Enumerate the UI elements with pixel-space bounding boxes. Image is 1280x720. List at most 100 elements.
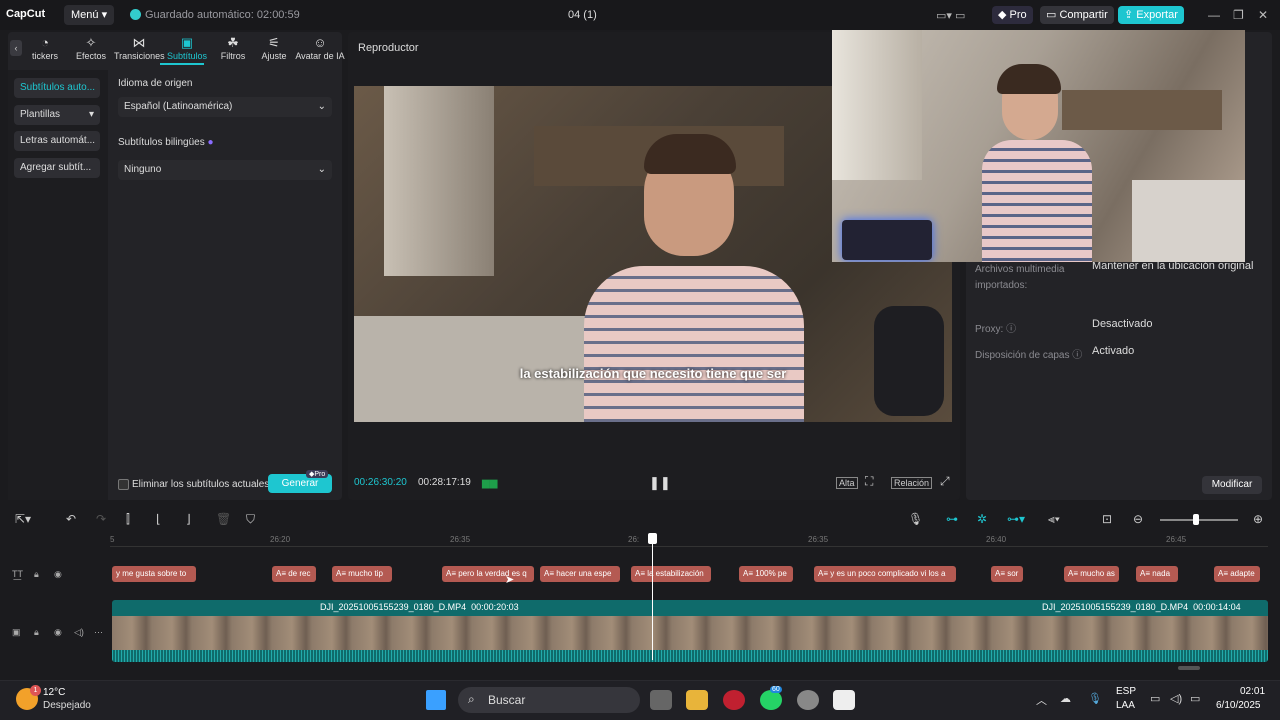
whatsapp-icon[interactable] — [760, 690, 782, 710]
source-language-select[interactable]: Español (Latinoamérica) ⌄ — [118, 97, 332, 117]
chrome-icon[interactable] — [797, 690, 819, 710]
playhead-handle[interactable] — [648, 533, 657, 544]
menu-button[interactable]: Menú ▾ — [64, 5, 115, 25]
quality-button[interactable]: Alta — [836, 477, 858, 489]
detail-key-proxy: Proxy: ⓘ — [975, 324, 1017, 335]
weather-desc: Despejado — [43, 700, 91, 711]
subtitle-clip[interactable]: A≡ 100% pe — [739, 566, 793, 582]
opera-icon[interactable] — [723, 690, 745, 710]
lang-primary[interactable]: ESP — [1116, 686, 1136, 697]
subtitle-clip[interactable]: A≡ nada — [1136, 566, 1178, 582]
sticker-icon: ◔ — [41, 35, 49, 50]
windows-start-icon[interactable] — [426, 690, 446, 710]
split-icon[interactable]: ⫿ — [126, 512, 130, 527]
pro-button[interactable]: ◆ Pro — [992, 6, 1033, 24]
playhead[interactable] — [652, 536, 653, 660]
close-icon[interactable]: ✕ — [1258, 8, 1268, 22]
capcut-taskbar-icon[interactable] — [833, 690, 855, 710]
tab-adjust[interactable]: ⚟ Ajuste — [256, 32, 292, 64]
microphone-icon[interactable]: 🎙 — [1088, 692, 1102, 705]
eye-icon[interactable]: ◉ — [54, 569, 62, 580]
delete-icon[interactable]: 🗑 — [216, 512, 231, 526]
chevron-up-icon[interactable]: ︿ — [1036, 692, 1047, 708]
minimize-icon[interactable]: — — [1208, 8, 1220, 22]
timeline-scrollbar[interactable] — [1178, 666, 1200, 670]
ratio-button[interactable]: Relación — [891, 477, 933, 489]
share-button[interactable]: ▭ Compartir — [1040, 6, 1114, 24]
lock-icon[interactable]: 🔒︎ — [34, 569, 39, 580]
file-explorer-icon[interactable] — [686, 690, 708, 710]
subtitle-clip[interactable]: A≡ la estabilización — [631, 566, 711, 582]
video-track[interactable]: DJI_20251005155239_0180_D.MP4 00:00:20:0… — [112, 600, 1268, 662]
microphone-icon[interactable]: 🎙 — [908, 512, 923, 526]
subtitle-clip[interactable]: A≡ sor — [991, 566, 1023, 582]
link-icon[interactable]: ⊶ — [946, 512, 958, 526]
undo-icon[interactable]: ↶ — [66, 512, 76, 526]
layout-icon[interactable]: ▭▾ ▭ — [936, 9, 965, 22]
zoom-out-icon[interactable]: ⊖ — [1133, 512, 1143, 526]
volume-icon[interactable]: ◁) — [74, 627, 84, 638]
lock-icon[interactable]: 🔒︎ — [34, 627, 39, 638]
subtitle-clip[interactable]: A≡ de rec — [272, 566, 316, 582]
restore-icon[interactable]: ❐ — [1233, 8, 1244, 22]
current-timecode: 00:26:30:20 — [354, 477, 407, 488]
subtitle-clip[interactable]: A≡ mucho tip — [332, 566, 392, 582]
scroll-left-icon[interactable]: ‹ — [10, 40, 22, 56]
battery-icon[interactable]: ▭ — [1190, 692, 1200, 705]
chain-icon[interactable]: ⊶▾ — [1007, 512, 1025, 526]
select-tool-icon[interactable]: ⇱▾ — [15, 512, 31, 526]
tab-filters[interactable]: ☘ Filtros — [210, 32, 256, 64]
pause-icon[interactable]: ❚❚ — [649, 475, 671, 491]
tab-subtitles[interactable]: ▣ Subtítulos — [164, 32, 210, 64]
tab-stickers[interactable]: ◔ tickers — [22, 32, 68, 64]
autosave-status: Guardado automático: 02:00:59 — [130, 9, 300, 21]
split-right-icon[interactable]: ⌋ — [186, 512, 191, 526]
align-icon[interactable]: ⫷▾ — [1048, 512, 1060, 527]
zoom-slider-handle[interactable] — [1193, 514, 1199, 525]
filters-icon: ☘ — [227, 35, 239, 50]
modify-button[interactable]: Modificar — [1202, 476, 1262, 494]
ruler-tick: 26: — [628, 535, 640, 544]
sidenav-auto-lyrics[interactable]: Letras automát... — [14, 131, 100, 151]
lang-secondary[interactable]: LAA — [1116, 700, 1135, 711]
subtitle-clip[interactable]: A≡ adapte — [1214, 566, 1260, 582]
sidenav-add-subtitles[interactable]: Agregar subtít... — [14, 158, 100, 178]
fit-icon[interactable]: ⛶ — [865, 474, 873, 489]
tab-effects[interactable]: ✧ Efectos — [68, 32, 114, 64]
fullscreen-icon[interactable]: ⤢ — [940, 474, 950, 489]
subtitle-clip[interactable]: A≡ pero la verdad es q — [442, 566, 534, 582]
speaker-icon[interactable]: ◁) — [1170, 692, 1182, 705]
tab-transitions[interactable]: ⋈ Transiciones — [114, 32, 165, 64]
taskbar-search[interactable]: Buscar — [458, 687, 640, 713]
webcam-shelf — [1062, 90, 1222, 130]
task-view-icon[interactable] — [650, 690, 672, 710]
onedrive-icon[interactable]: ☁ — [1060, 692, 1071, 705]
time-ruler[interactable]: 5 26:20 26:35 26: 26:35 26:40 26:45 — [110, 533, 1268, 547]
premium-icon: ● — [207, 137, 214, 148]
audio-waveform — [112, 650, 1268, 662]
tab-ai-avatar[interactable]: ☺ Avatar de IA — [292, 32, 348, 64]
zoom-slider[interactable] — [1160, 519, 1238, 521]
subtitle-clip[interactable]: A≡ hacer una espe — [540, 566, 620, 582]
export-button[interactable]: ⇪ Exportar — [1118, 6, 1184, 24]
subtitle-clip[interactable]: A≡ mucho as — [1064, 566, 1119, 582]
subtitle-clip[interactable]: A≡ y es un poco complicado vi los a — [814, 566, 956, 582]
subtitle-clip[interactable]: y me gusta sobre to — [112, 566, 196, 582]
sidenav-templates[interactable]: Plantillas ▾ — [14, 105, 100, 125]
clock-date[interactable]: 6/10/2025 — [1216, 700, 1261, 711]
bilingual-select[interactable]: Ninguno ⌄ — [118, 160, 332, 180]
marker-icon[interactable]: ⛉ — [246, 512, 255, 527]
split-left-icon[interactable]: ⌊ — [156, 512, 161, 526]
display-icon[interactable]: ▭ — [1150, 692, 1160, 705]
clock-time[interactable]: 02:01 — [1240, 686, 1265, 697]
preview-axis-icon[interactable]: ⊡ — [1102, 512, 1112, 526]
eye-icon[interactable]: ◉ — [54, 627, 62, 638]
remove-captions-checkbox[interactable] — [118, 479, 129, 490]
source-language-label: Idioma de origen — [118, 78, 193, 89]
zoom-in-icon[interactable]: ⊕ — [1253, 512, 1263, 526]
pro-badge: ◆Pro — [306, 470, 329, 478]
sidenav-auto-captions[interactable]: Subtítulos auto... — [14, 78, 100, 98]
redo-icon[interactable]: ↷ — [96, 512, 106, 526]
snap-icon[interactable]: ✲ — [977, 512, 987, 526]
more-icon[interactable]: ⋯ — [94, 627, 103, 638]
